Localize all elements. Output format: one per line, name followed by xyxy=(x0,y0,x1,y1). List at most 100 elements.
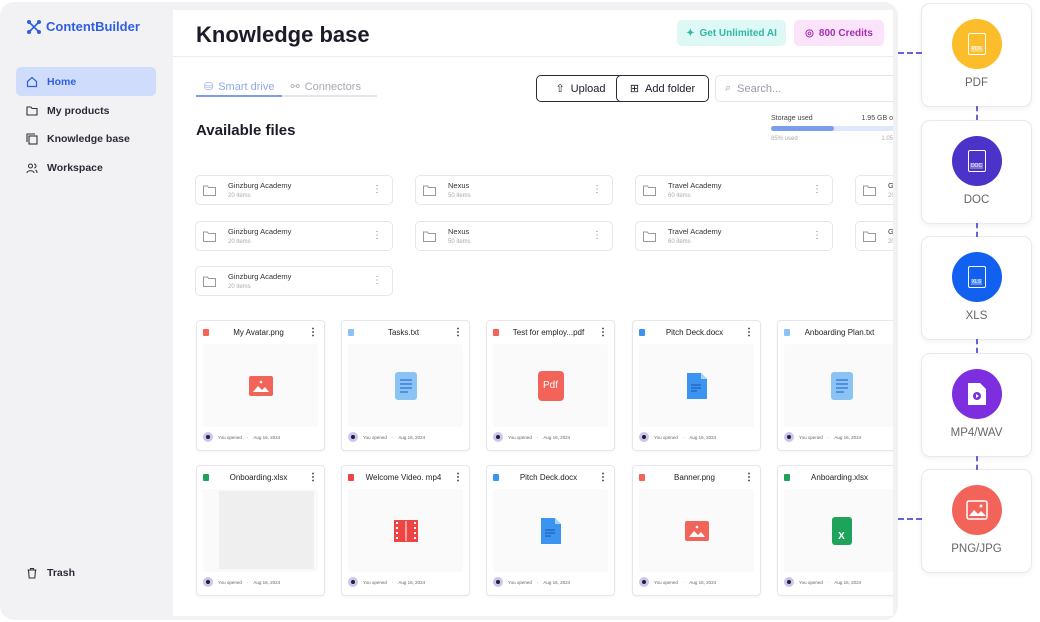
xls-icon: X xyxy=(831,516,852,545)
connectors-icon: ⚯ xyxy=(290,81,300,93)
folder-count: 20 it xyxy=(888,193,893,199)
copy-icon xyxy=(26,132,38,145)
sidebar-item-home[interactable]: Home xyxy=(16,67,156,96)
drive-icon: ⛁ xyxy=(204,81,214,93)
file-card[interactable]: Pitch Deck.docx ⋮ You opened · Aug 16, 2024 xyxy=(632,320,761,451)
more-options-icon[interactable]: ⋮ xyxy=(889,327,893,338)
storage-value: 1.95 GB o xyxy=(861,115,893,122)
upload-button[interactable]: ⇧ Upload xyxy=(536,75,625,102)
file-card[interactable]: Anboarding Plan.txt ⋮ You opened · Aug 16, … xyxy=(777,320,893,451)
text-file-icon xyxy=(830,371,853,400)
unlimited-label: Get Unlimited AI xyxy=(699,27,777,39)
more-options-icon[interactable]: ⋮ xyxy=(453,472,463,483)
folder-name: Travel Academy xyxy=(668,181,722,190)
opened-label: You opened xyxy=(363,434,387,440)
more-options-icon[interactable]: ⋮ xyxy=(453,327,463,338)
folder-card[interactable]: Gin20 it ⋮ xyxy=(855,221,893,251)
file-card[interactable]: My Avatar.png ⋮ You opened · Aug 16, 2024 xyxy=(196,320,325,451)
folder-card[interactable]: Gin20 it ⋮ xyxy=(855,175,893,205)
app-logo[interactable]: ContentBuilder xyxy=(27,19,140,34)
folder-card[interactable]: Ginzburg Academy 20 items ⋮ xyxy=(195,175,393,205)
connector-line xyxy=(898,518,922,520)
avatar xyxy=(784,577,794,587)
video-file-icon xyxy=(967,383,986,405)
folder-name: Nexus xyxy=(448,227,470,236)
folder-name: Ginzburg Academy xyxy=(228,227,292,236)
file-type-card: XLS XLS xyxy=(921,236,1032,340)
folder-count: 20 items xyxy=(228,284,251,290)
sidebar-item-knowledge-base[interactable]: Knowledge base xyxy=(16,124,156,153)
folder-icon xyxy=(423,185,436,196)
folder-icon xyxy=(643,231,656,242)
avatar xyxy=(493,577,503,587)
more-options-icon[interactable]: ⋮ xyxy=(592,184,602,195)
add-folder-button[interactable]: ⊞ Add folder xyxy=(616,75,709,102)
file-card[interactable]: Onboarding.xlsx ⋮ You opened · Aug 16, 2024 xyxy=(196,465,325,596)
credits-badge[interactable]: ◎ 800 Credits xyxy=(794,20,884,46)
folder-icon xyxy=(863,185,876,196)
get-unlimited-ai-button[interactable]: ✦ Get Unlimited AI xyxy=(677,20,786,46)
file-card[interactable]: Banner.png ⋮ You opened · Aug 16, 2024 xyxy=(632,465,761,596)
folder-card[interactable]: Nexus 50 items ⋮ xyxy=(415,175,613,205)
more-options-icon[interactable]: ⋮ xyxy=(889,472,893,483)
tab-connectors[interactable]: ⚯ Connectors xyxy=(282,78,368,95)
image-icon xyxy=(684,520,709,541)
folder-count: 50 items xyxy=(448,193,471,199)
folder-count: 50 items xyxy=(448,239,471,245)
storage-label: Storage used xyxy=(771,115,813,122)
more-options-icon[interactable]: ⋮ xyxy=(812,230,822,241)
opened-date: Aug 16, 2024 xyxy=(834,579,862,585)
sidebar-item-my-products[interactable]: My products xyxy=(16,96,156,125)
more-options-icon[interactable]: ⋮ xyxy=(744,472,754,483)
opened-date: Aug 16, 2024 xyxy=(543,434,571,440)
opened-label: You opened xyxy=(508,434,532,440)
more-options-icon[interactable]: ⋮ xyxy=(372,275,382,286)
tab-label: Connectors xyxy=(304,80,361,93)
more-options-icon[interactable]: ⋮ xyxy=(598,472,608,483)
more-options-icon[interactable]: ⋮ xyxy=(372,230,382,241)
storage-total: 1.05 xyxy=(881,136,893,142)
section-title: Available files xyxy=(196,122,296,139)
folder-card[interactable]: Nexus 50 items ⋮ xyxy=(415,221,613,251)
coins-icon: ◎ xyxy=(805,27,814,39)
opened-date: Aug 16, 2024 xyxy=(689,434,717,440)
file-name: Banner.png xyxy=(674,472,715,482)
file-type-label: DOC xyxy=(963,194,990,206)
sidebar-item-trash[interactable]: Trash xyxy=(16,558,156,587)
file-name: Pitch Deck.docx xyxy=(665,327,724,337)
file-preview xyxy=(639,344,754,427)
file-name: Tasks.txt xyxy=(387,327,420,337)
connector-line xyxy=(976,456,978,470)
connector-line xyxy=(898,52,922,54)
folder-name: Travel Academy xyxy=(668,227,722,236)
tab-smart-drive[interactable]: ⛁ Smart drive xyxy=(196,78,283,97)
more-options-icon[interactable]: ⋮ xyxy=(598,327,608,338)
more-options-icon[interactable]: ⋮ xyxy=(372,184,382,195)
more-options-icon[interactable]: ⋮ xyxy=(308,472,318,483)
file-card[interactable]: Welcome Video. mp4 ⋮ You opened · Aug 16, 2… xyxy=(341,465,470,596)
folder-card[interactable]: Ginzburg Academy 20 items ⋮ xyxy=(195,221,393,251)
more-options-icon[interactable]: ⋮ xyxy=(592,230,602,241)
storage-bar xyxy=(771,126,893,131)
file-name: Welcome Video. mp4 xyxy=(365,472,442,482)
image-icon xyxy=(248,375,273,396)
file-type-label: PNG/JPG xyxy=(951,543,1002,555)
more-options-icon[interactable]: ⋮ xyxy=(744,327,754,338)
avatar xyxy=(348,577,358,587)
file-card[interactable]: Anboarding.xlsx ⋮ X You opened · Aug 16, 20… xyxy=(777,465,893,596)
folder-icon xyxy=(203,231,216,242)
folder-name: Ginzburg Academy xyxy=(228,272,292,281)
folder-card[interactable]: Travel Academy 60 items ⋮ xyxy=(635,175,833,205)
search-input[interactable]: ⌕ Search... xyxy=(715,75,893,102)
file-type-card: MP4/WAV xyxy=(921,353,1032,457)
more-options-icon[interactable]: ⋮ xyxy=(812,184,822,195)
folder-card[interactable]: Ginzburg Academy 20 items ⋮ xyxy=(195,266,393,296)
file-card[interactable]: Tasks.txt ⋮ You opened · Aug 16, 2024 xyxy=(341,320,470,451)
folder-count: 20 items xyxy=(228,239,251,245)
file-card[interactable]: Pitch Deck.docx ⋮ You opened · Aug 16, 2024 xyxy=(486,465,615,596)
file-card[interactable]: Test for employ...pdf ⋮ Pdf You opened · Au… xyxy=(486,320,615,451)
folder-card[interactable]: Travel Academy 60 items ⋮ xyxy=(635,221,833,251)
xls-file-icon: XLS xyxy=(967,266,986,288)
more-options-icon[interactable]: ⋮ xyxy=(308,327,318,338)
sidebar-item-workspace[interactable]: Workspace xyxy=(16,153,156,182)
